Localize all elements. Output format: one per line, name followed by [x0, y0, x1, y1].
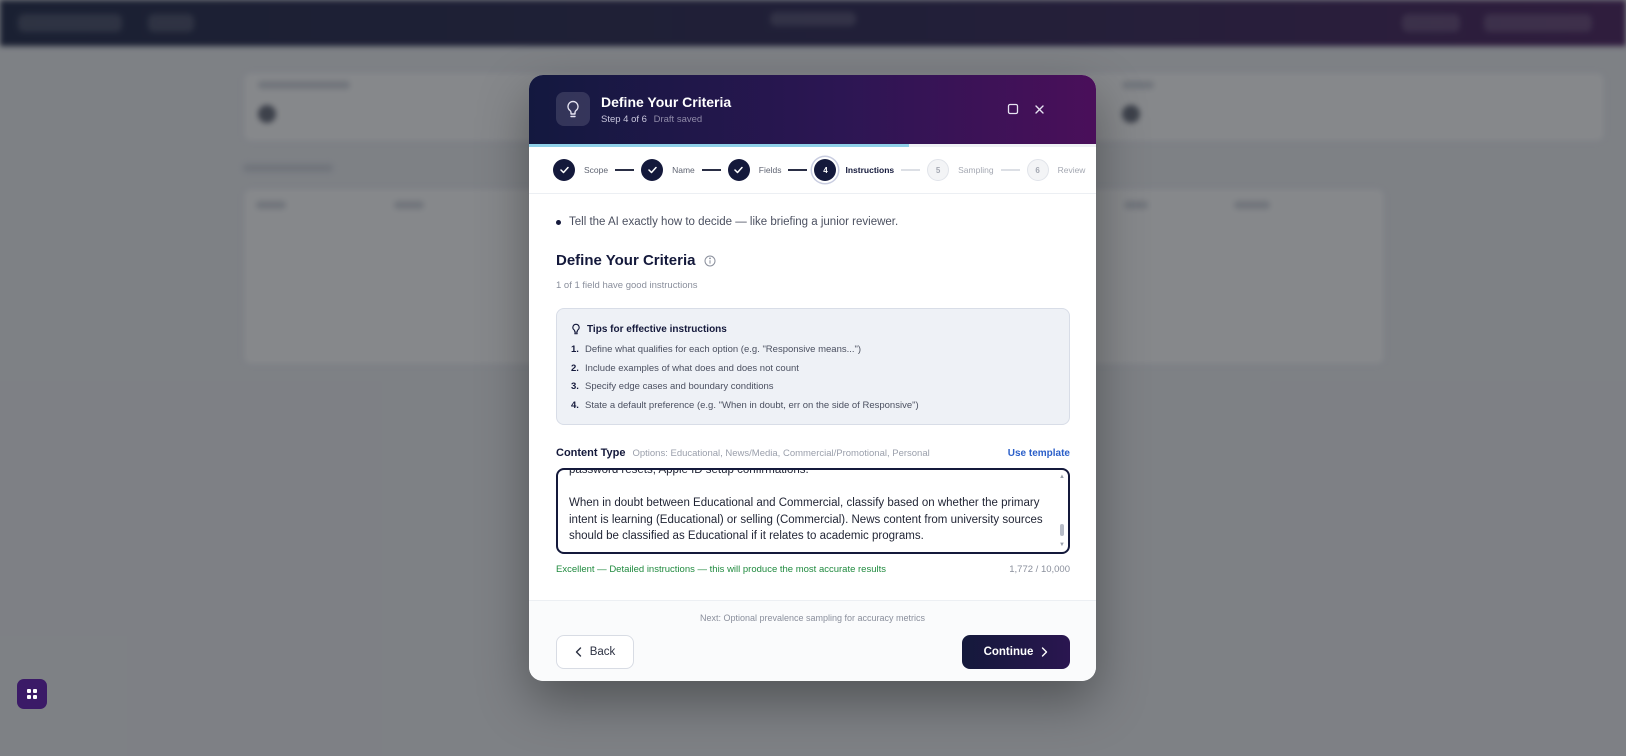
- tips-title: Tips for effective instructions: [587, 323, 727, 335]
- tips-panel: Tips for effective instructions 1. Define…: [556, 308, 1070, 425]
- step-indicator: Step 4 of 6: [601, 114, 647, 125]
- info-icon[interactable]: [704, 255, 716, 267]
- step-connector: [788, 169, 808, 171]
- scroll-up-icon[interactable]: ▲: [1059, 474, 1065, 480]
- step-sampling: 5 Sampling: [927, 159, 994, 181]
- step-review: 6 Review: [1026, 159, 1086, 181]
- field-header: Content Type Options: Educational, News/…: [556, 447, 1070, 463]
- close-icon: [1034, 104, 1044, 114]
- scroll-down-icon[interactable]: ▼: [1059, 542, 1065, 548]
- step-name[interactable]: Name: [641, 159, 695, 181]
- tip-text: Define what qualifies for each option (e…: [585, 344, 862, 355]
- tip-number: 1.: [571, 344, 579, 355]
- step-label: Sampling: [958, 165, 994, 175]
- tip-item: 4. State a default preference (e.g. "When…: [571, 397, 1055, 416]
- instructions-textarea[interactable]: password resets, Apple ID setup confirma…: [556, 468, 1070, 554]
- field-status-row: Excellent — Detailed instructions — this…: [556, 564, 1070, 575]
- step-label: Instructions: [845, 165, 895, 175]
- modal-title: Define Your Criteria: [601, 94, 732, 110]
- textarea-scrollbar[interactable]: ▲ ▼: [1059, 474, 1065, 548]
- step-label: Fields: [758, 165, 782, 175]
- instructions-text[interactable]: password resets, Apple ID setup confirma…: [569, 470, 1055, 545]
- tips-list: 1. Define what qualifies for each option …: [571, 341, 1055, 415]
- use-template-link[interactable]: Use template: [1008, 448, 1070, 459]
- tip-number: 3.: [571, 381, 579, 392]
- tip-text: Include examples of what does and does n…: [585, 362, 799, 374]
- lightbulb-icon: [571, 323, 581, 335]
- step-connector: [615, 169, 635, 171]
- continue-button-label: Continue: [983, 646, 1034, 658]
- check-icon: [641, 159, 664, 181]
- scroll-thumb[interactable]: [1060, 524, 1064, 536]
- grid-icon: [27, 689, 37, 699]
- define-criteria-modal: Define Your Criteria Step 4 of 6 Draft s…: [529, 75, 1096, 681]
- field-label: Content Type: [556, 447, 626, 459]
- step-label: Review: [1057, 165, 1086, 175]
- tips-heading: Tips for effective instructions: [571, 323, 1055, 335]
- section-subtitle: 1 of 1 field have good instructions: [556, 280, 698, 291]
- step-label: Name: [672, 165, 695, 175]
- instruction-hint: Tell the AI exactly how to decide — like…: [556, 216, 898, 228]
- check-icon: [727, 159, 750, 181]
- tip-number: 4.: [571, 399, 579, 411]
- section-title: Define Your Criteria: [556, 252, 716, 269]
- chevron-right-icon: [1041, 647, 1048, 657]
- modal-header: Define Your Criteria Step 4 of 6 Draft s…: [529, 75, 1096, 144]
- tip-number: 2.: [571, 362, 579, 374]
- step-scope[interactable]: Scope: [553, 159, 608, 181]
- step-instructions: 4 Instructions: [814, 159, 894, 181]
- step-connector: [1000, 169, 1020, 171]
- instruction-hint-text: Tell the AI exactly how to decide — like…: [569, 216, 899, 228]
- modal-step-status: Step 4 of 6 Draft saved: [601, 114, 702, 125]
- tip-item: 1. Define what qualifies for each option …: [571, 341, 1055, 360]
- check-icon: [553, 159, 575, 181]
- step-number: 4: [814, 159, 837, 181]
- step-connector: [901, 169, 921, 171]
- step-fields[interactable]: Fields: [727, 159, 782, 181]
- wizard-stepper: Scope Name Fields 4 Instructions 5 Sampling 6 Re…: [529, 147, 1096, 194]
- step-label: Scope: [584, 165, 609, 175]
- field-options: Options: Educational, News/Media, Commer…: [632, 448, 930, 459]
- close-button[interactable]: [1029, 99, 1049, 119]
- next-step-note: Next: Optional prevalence sampling for a…: [699, 613, 926, 623]
- tip-text: State a default preference (e.g. "When i…: [585, 399, 919, 411]
- character-count: 1,772 / 10,000: [1009, 564, 1070, 575]
- back-button[interactable]: Back: [556, 635, 634, 669]
- bullet-dot: [556, 219, 561, 225]
- draft-status: Draft saved: [653, 114, 703, 125]
- tip-text: Specify edge cases and boundary conditio…: [585, 381, 774, 392]
- apps-launcher-button[interactable]: [17, 679, 47, 709]
- maximize-button[interactable]: [1003, 99, 1023, 119]
- step-connector: [701, 169, 721, 171]
- tip-item: 3. Specify edge cases and boundary condit…: [571, 378, 1055, 397]
- tip-item: 2. Include examples of what does and does…: [571, 360, 1055, 379]
- step-number: 6: [1026, 159, 1049, 181]
- back-button-label: Back: [589, 646, 616, 658]
- section-title-text: Define Your Criteria: [556, 252, 696, 269]
- continue-button[interactable]: Continue: [962, 635, 1070, 669]
- maximize-icon: [1007, 103, 1019, 115]
- chevron-left-icon: [575, 647, 582, 657]
- quality-indicator: Excellent — Detailed instructions — this…: [556, 564, 886, 575]
- step-number: 5: [927, 159, 950, 181]
- lightbulb-icon: [556, 92, 590, 126]
